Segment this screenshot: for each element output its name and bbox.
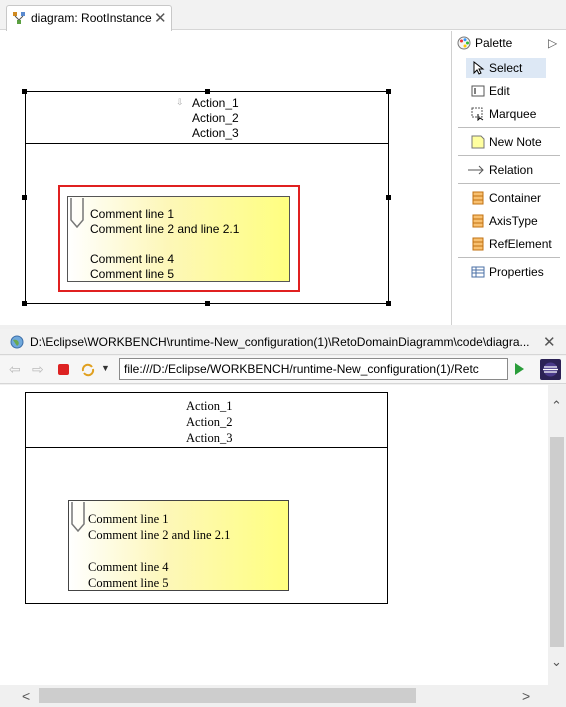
class-orange-icon (472, 214, 484, 228)
note-icon (471, 135, 485, 149)
page-note-line-4: Comment line 4 (88, 560, 169, 574)
close-icon[interactable]: ✕ (154, 9, 167, 27)
container-action-2: Action_2 (192, 111, 239, 125)
palette-item-label: Container (489, 191, 542, 205)
forward-icon[interactable]: ⇨ (32, 361, 44, 378)
palette-item-label: New Note (489, 135, 542, 149)
text-cursor-icon (471, 85, 485, 97)
resize-handle[interactable] (386, 89, 391, 94)
vertical-scroll-thumb[interactable] (550, 437, 564, 647)
address-input[interactable]: file:///D:/Eclipse/WORKBENCH/runtime-New… (119, 358, 508, 380)
palette-item-relation[interactable]: Relation (452, 160, 566, 180)
scroll-right-icon[interactable]: > (522, 689, 530, 703)
table-icon (471, 266, 485, 278)
palette-item-container[interactable]: Container (452, 188, 566, 208)
palette-item-label: Select (489, 61, 523, 75)
note-tab-icon (70, 198, 84, 228)
resize-handle[interactable] (22, 89, 27, 94)
close-icon[interactable]: ✕ (543, 333, 556, 351)
browser-title: D:\Eclipse\WORKBENCH\runtime-New_configu… (30, 335, 530, 349)
resize-handle[interactable] (386, 301, 391, 306)
globe-icon (10, 335, 24, 349)
arrow-pointer-icon (473, 61, 485, 75)
arrow-right-icon (468, 165, 484, 175)
page-note-line-1: Comment line 1 (88, 512, 169, 526)
palette-item-new-note[interactable]: New Note (452, 132, 566, 152)
stop-icon[interactable] (58, 364, 69, 375)
palette-item-select[interactable]: Select (452, 58, 566, 78)
palette-item-label: RefElement (489, 237, 552, 251)
class-orange-icon (472, 237, 484, 251)
palette: Palette ▷ Select Edit Marquee New Note R… (451, 31, 566, 325)
note-line-4: Comment line 4 (90, 252, 175, 266)
palette-item-marquee[interactable]: Marquee (452, 104, 566, 124)
palette-item-axistype[interactable]: AxisType (452, 211, 566, 231)
resize-handle[interactable] (205, 301, 210, 306)
resize-handle[interactable] (22, 301, 27, 306)
palette-item-label: Marquee (489, 107, 537, 121)
container-divider (25, 143, 389, 144)
page-note-line-2: Comment line 2 and line 2.1 (88, 528, 231, 542)
resize-handle[interactable] (386, 195, 391, 200)
palette-title: Palette (475, 36, 513, 50)
scroll-up-icon[interactable]: ⌃ (551, 399, 562, 413)
palette-separator (458, 183, 560, 184)
note-line-5: Comment line 5 (90, 267, 175, 281)
palette-item-label: AxisType (489, 214, 538, 228)
palette-separator (458, 155, 560, 156)
editor-tab[interactable]: diagram: RootInstance ✕ (6, 5, 172, 31)
palette-separator (458, 127, 560, 128)
resize-handle[interactable] (205, 89, 210, 94)
marquee-icon (471, 107, 484, 121)
palette-item-label: Properties (489, 265, 544, 279)
note-line-1: Comment line 1 (90, 207, 175, 221)
scroll-left-icon[interactable]: < (22, 689, 30, 703)
note-tab-icon (71, 502, 85, 532)
editor-tab-title: diagram: RootInstance (31, 11, 152, 25)
class-orange-icon (472, 191, 484, 205)
note-line-2: Comment line 2 and line 2.1 (90, 222, 240, 236)
back-icon[interactable]: ⇦ (9, 361, 21, 378)
resize-handle[interactable] (22, 195, 27, 200)
palette-item-refelement[interactable]: RefElement (452, 234, 566, 254)
container-action-3: Action_3 (192, 126, 239, 140)
chevron-down-icon[interactable]: ▼ (101, 363, 110, 373)
palette-icon (457, 36, 471, 50)
page-action-2: Action_2 (186, 415, 233, 429)
palette-item-edit[interactable]: Edit (452, 81, 566, 101)
container-action-1: Action_1 (192, 96, 239, 110)
palette-item-properties[interactable]: Properties (452, 262, 566, 282)
drag-grip-icon: ⇩ (176, 97, 184, 107)
page-action-3: Action_3 (186, 431, 233, 445)
browser-title-bar: D:\Eclipse\WORKBENCH\runtime-New_configu… (0, 329, 566, 355)
palette-separator (458, 257, 560, 258)
page-action-1: Action_1 (186, 399, 233, 413)
palette-header[interactable]: Palette ▷ (452, 33, 566, 53)
palette-item-label: Edit (489, 84, 510, 98)
eclipse-icon[interactable] (540, 359, 561, 380)
diagram-icon (13, 12, 25, 24)
collapse-arrow-icon[interactable]: ▷ (548, 33, 557, 53)
page-note-line-5: Comment line 5 (88, 576, 169, 590)
scroll-down-icon[interactable]: ⌄ (551, 655, 562, 669)
page-container-divider (25, 447, 388, 448)
palette-item-label: Relation (489, 163, 534, 177)
refresh-icon[interactable] (80, 362, 96, 378)
go-icon[interactable] (512, 362, 526, 376)
horizontal-scroll-thumb[interactable] (39, 688, 416, 703)
